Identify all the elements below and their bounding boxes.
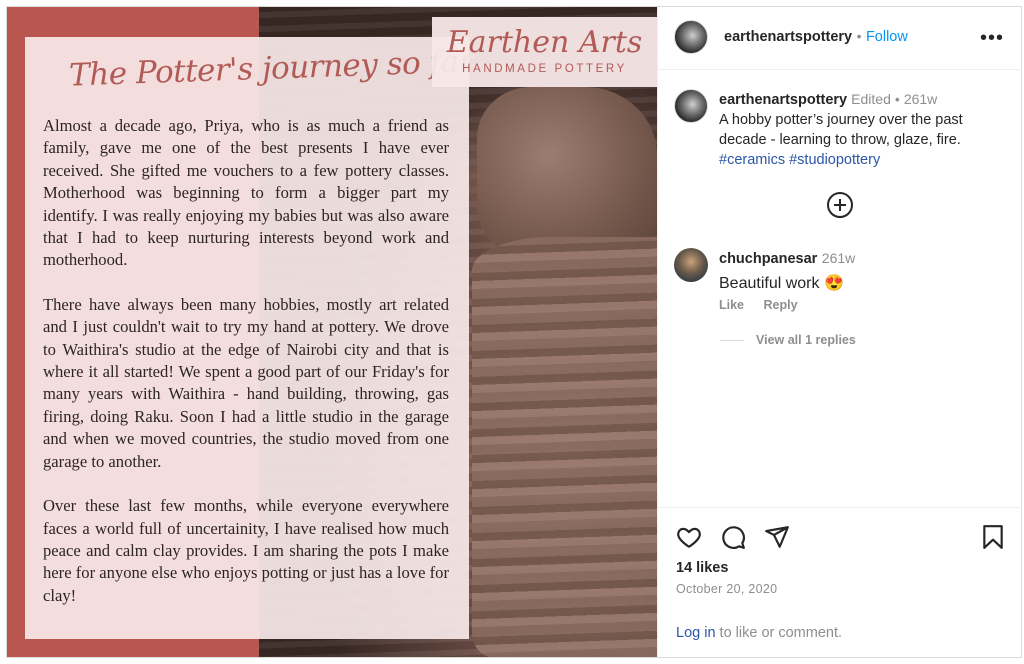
- author-avatar[interactable]: [674, 20, 708, 54]
- commenter-avatar[interactable]: [674, 248, 708, 282]
- clay-lump-shape: [477, 87, 657, 257]
- caption-username[interactable]: earthenartspottery: [719, 92, 847, 108]
- comment-reply-button[interactable]: Reply: [764, 298, 798, 312]
- comment-text-block: chuchpanesar 261w Beautiful work 😍: [719, 250, 1009, 293]
- comment-like-button[interactable]: Like: [719, 298, 744, 312]
- clay-pot-shape: [472, 237, 657, 657]
- caption-text-block: earthenartspottery Edited • 261w A hobby…: [719, 89, 1009, 170]
- brand-logo-box: Earthen Arts HANDMADE POTTERY: [432, 17, 657, 87]
- story-paragraph-2: There have always been many hobbies, mos…: [43, 294, 449, 471]
- brand-tagline: HANDMADE POTTERY: [462, 63, 627, 75]
- caption-separator: •: [894, 91, 900, 107]
- caption-body: A hobby potter’s journey over the past d…: [719, 112, 963, 148]
- instagram-post: The Potter's journey so far..... Earthen…: [6, 6, 1022, 658]
- view-replies-button[interactable]: View all 1 replies: [720, 333, 856, 347]
- hashtag-studiopottery[interactable]: #studiopottery: [789, 152, 880, 168]
- likes-count[interactable]: 14 likes: [676, 560, 728, 576]
- story-paragraph-1: Almost a decade ago, Priya, who is as mu…: [43, 116, 449, 270]
- header-separator: •: [856, 28, 862, 44]
- share-icon[interactable]: [764, 524, 790, 550]
- story-paragraph-3: Over these last few months, while everyo…: [43, 496, 449, 605]
- header-username[interactable]: earthenartspottery: [724, 29, 852, 45]
- comment-icon[interactable]: [720, 524, 746, 550]
- post-header: earthenartspottery • Follow •••: [658, 7, 1022, 70]
- bookmark-icon[interactable]: [980, 524, 1006, 550]
- caption-avatar[interactable]: [674, 89, 708, 123]
- caption-age[interactable]: 261w: [904, 91, 937, 107]
- post-image[interactable]: The Potter's journey so far..... Earthen…: [7, 7, 657, 657]
- follow-button[interactable]: Follow: [866, 29, 908, 45]
- story-text: Almost a decade ago, Priya, who is as mu…: [43, 115, 449, 629]
- brand-name: Earthen Arts: [446, 25, 643, 60]
- load-more-comments-icon[interactable]: [827, 192, 853, 218]
- post-side-panel: earthenartspottery • Follow ••• earthena…: [657, 7, 1022, 657]
- login-prompt-text: to like or comment.: [715, 625, 843, 641]
- actions-bar: 14 likes October 20, 2020 Log in to like…: [658, 507, 1022, 658]
- login-prompt: Log in to like or comment.: [676, 625, 842, 641]
- login-link[interactable]: Log in: [676, 625, 716, 641]
- hashtag-ceramics[interactable]: #ceramics: [719, 152, 785, 168]
- edited-label: Edited: [851, 91, 891, 107]
- comment-actions: Like Reply: [719, 298, 814, 312]
- heart-icon[interactable]: [676, 524, 702, 550]
- comment-age[interactable]: 261w: [822, 250, 855, 266]
- post-date: October 20, 2020: [676, 582, 778, 596]
- comment-body: Beautiful work 😍: [719, 275, 844, 292]
- more-options-icon[interactable]: •••: [980, 27, 1004, 50]
- comment-username[interactable]: chuchpanesar: [719, 251, 817, 267]
